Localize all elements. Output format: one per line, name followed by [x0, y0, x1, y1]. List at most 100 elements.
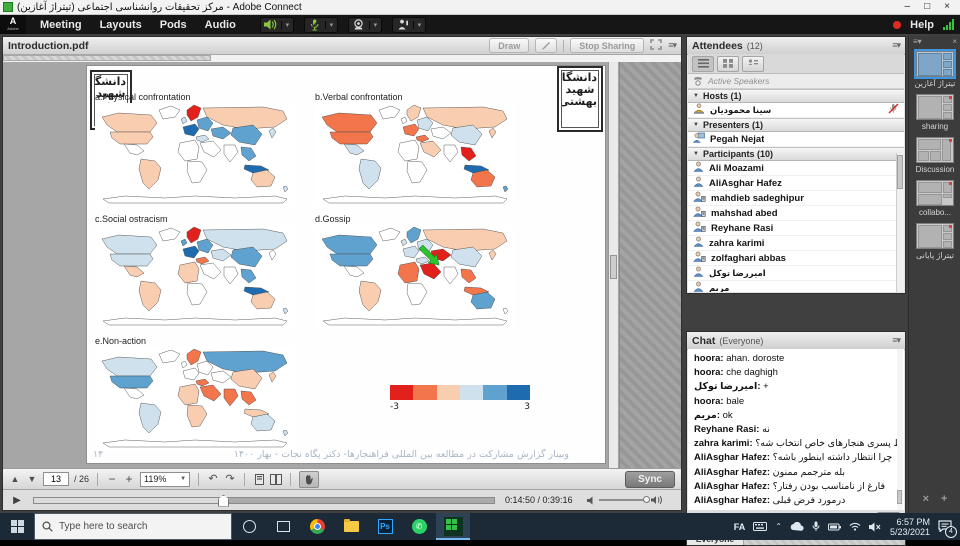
delete-layout-icon[interactable]: ×: [923, 493, 929, 505]
volume-knob[interactable]: [643, 496, 650, 503]
microphone-button[interactable]: ▾: [304, 17, 338, 33]
attendee-row[interactable]: مریم: [688, 281, 904, 292]
chrome-icon: [310, 519, 325, 534]
volume-slider[interactable]: [599, 499, 647, 501]
attendee-row[interactable]: Pegah Nejat: [688, 132, 904, 147]
menu-item-pods[interactable]: Pods: [160, 19, 187, 31]
rotate-right-icon[interactable]: ↷: [224, 473, 236, 486]
chat-pod-menu-icon[interactable]: ≡▾: [892, 335, 900, 346]
layout-thumbnail-sharing[interactable]: sharing: [909, 94, 960, 131]
webcam-button[interactable]: ▾: [348, 17, 382, 33]
minimize-button[interactable]: –: [905, 2, 911, 12]
attendee-row[interactable]: Reyhane Rasi: [688, 221, 904, 236]
attendee-row[interactable]: mahdieb sadeghipur: [688, 191, 904, 206]
attendees-pod-menu-icon[interactable]: ≡▾: [892, 40, 900, 51]
playback-timeline[interactable]: [33, 497, 495, 504]
layout-thumbnail-collabo-[interactable]: collabo...: [909, 180, 960, 217]
start-button[interactable]: [0, 513, 34, 540]
attendee-row[interactable]: سینا محمودیان: [688, 103, 904, 118]
attendee-row[interactable]: Ali Moazami: [688, 161, 904, 176]
menu-item-layouts[interactable]: Layouts: [100, 19, 142, 31]
vertical-scrollbar[interactable]: [608, 62, 618, 468]
grid-view-button[interactable]: [717, 56, 739, 72]
layout-thumbnail-persian[interactable]: تیتراژ پایانی: [909, 223, 960, 260]
next-page-button[interactable]: ▼: [26, 473, 38, 486]
attendee-status-view-button[interactable]: [742, 56, 764, 72]
menu-item-meeting[interactable]: Meeting: [40, 19, 82, 31]
speaker-button[interactable]: ▾: [260, 17, 294, 33]
tray-expand-chevron-icon[interactable]: ⌃: [775, 522, 782, 531]
chrome-taskbar-button[interactable]: [300, 513, 334, 540]
microphone-dropdown[interactable]: ▾: [325, 21, 337, 29]
volume-high-icon[interactable]: [651, 495, 663, 505]
group-header-participants[interactable]: ▼Participants (10): [688, 147, 904, 161]
group-label: Participants (10): [703, 149, 773, 159]
single-page-view-icon[interactable]: [253, 473, 265, 486]
taskbar-clock[interactable]: 6:57 PM 5/23/2021: [890, 517, 930, 537]
layouts-panel-menu-icon[interactable]: ≡▾: [913, 37, 922, 46]
previous-page-button[interactable]: ▲: [9, 473, 21, 486]
photoshop-taskbar-button[interactable]: Ps: [368, 513, 402, 540]
fullscreen-icon[interactable]: [650, 39, 662, 53]
stop-sharing-button[interactable]: Stop Sharing: [570, 38, 644, 53]
battery-icon[interactable]: [828, 523, 841, 531]
sync-button[interactable]: Sync: [625, 471, 675, 488]
maximize-button[interactable]: □: [924, 2, 930, 12]
set-status-button[interactable]: ▾: [392, 17, 426, 33]
onedrive-icon[interactable]: [790, 522, 804, 531]
layout-thumbnail-label: Discussion: [909, 165, 960, 174]
whatsapp-taskbar-button[interactable]: ✆: [402, 513, 436, 540]
pod-menu-icon[interactable]: ≡▾: [668, 40, 676, 51]
speaker-muted-icon[interactable]: [869, 522, 882, 532]
attendee-row[interactable]: mahshad abed: [688, 206, 904, 221]
keyboard-icon[interactable]: [753, 522, 767, 531]
timeline-position-marker[interactable]: [218, 495, 229, 507]
pointer-tool-button[interactable]: [535, 38, 557, 53]
menu-item-audio[interactable]: Audio: [205, 19, 236, 31]
help-menu[interactable]: Help: [910, 19, 934, 31]
rotate-left-icon[interactable]: ↶: [207, 473, 219, 486]
layouts-panel-close-icon[interactable]: ×: [952, 37, 957, 46]
language-indicator[interactable]: FA: [734, 522, 746, 532]
zoom-in-button[interactable]: +: [123, 473, 135, 486]
attendee-row[interactable]: AliAsghar Hafez: [688, 176, 904, 191]
wifi-icon[interactable]: [849, 522, 861, 531]
page-number-input[interactable]: [43, 472, 69, 486]
attendee-row[interactable]: امیررضا توکل: [688, 266, 904, 281]
layout-thumbnail-discussion[interactable]: Discussion: [909, 137, 960, 174]
zoom-out-button[interactable]: −: [106, 473, 118, 486]
chat-message: AliAsghar Hafez: فارغ از نامناسب بودن رف…: [694, 480, 898, 494]
volume-low-icon[interactable]: [587, 496, 595, 505]
speaker-dropdown[interactable]: ▾: [281, 21, 293, 29]
pan-tool-button[interactable]: [299, 471, 319, 488]
status-dropdown[interactable]: ▾: [413, 21, 425, 29]
attendees-scrollbar[interactable]: [896, 153, 904, 292]
file-explorer-taskbar-button[interactable]: [334, 513, 368, 540]
tray-microphone-icon[interactable]: [812, 521, 820, 532]
group-header-presenters[interactable]: ▼Presenters (1): [688, 118, 904, 132]
attendees-view-toolbar: [688, 54, 904, 74]
zoom-level-select[interactable]: 119%▼: [140, 472, 190, 487]
action-center-button[interactable]: 4: [938, 520, 952, 534]
group-header-hosts[interactable]: ▼Hosts (1): [688, 89, 904, 103]
two-page-view-icon[interactable]: [270, 473, 282, 486]
chat-scrollbar[interactable]: [897, 349, 903, 510]
task-view-button[interactable]: [266, 513, 300, 540]
adobe-connect-taskbar-button[interactable]: [436, 513, 470, 540]
attendees-header: Attendees (12) ≡▾: [687, 37, 905, 55]
play-button[interactable]: ▶: [9, 493, 25, 507]
attendee-row[interactable]: zolfaghari abbas: [688, 251, 904, 266]
list-view-button[interactable]: [692, 56, 714, 72]
chat-message: مریم: ok: [694, 409, 898, 423]
attendees-count: (12): [747, 41, 763, 51]
close-button[interactable]: ×: [944, 2, 950, 12]
connection-signal-icon[interactable]: [943, 19, 954, 30]
cortana-button[interactable]: [232, 513, 266, 540]
draw-button[interactable]: Draw: [489, 38, 529, 53]
attendee-row[interactable]: zahra karimi: [688, 236, 904, 251]
layout-thumbnail-persian[interactable]: تیتراژ آغازین: [909, 51, 960, 88]
webcam-dropdown[interactable]: ▾: [369, 21, 381, 29]
clock-time: 6:57 PM: [896, 517, 930, 527]
taskbar-search[interactable]: Type here to search: [34, 513, 232, 540]
add-layout-icon[interactable]: +: [941, 493, 947, 505]
